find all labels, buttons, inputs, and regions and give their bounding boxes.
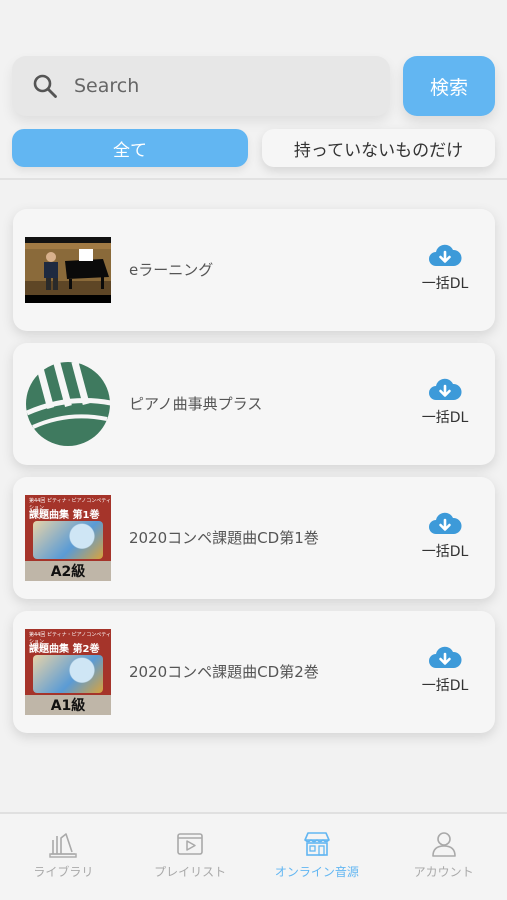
list-item-cd-vol2[interactable]: 第44回 ピティナ・ピアノコンペティション 課題曲集 第2巻 A1級 2020コ… [13, 611, 495, 733]
cd-cover-a1: 第44回 ピティナ・ピアノコンペティション 課題曲集 第2巻 A1級 [25, 629, 111, 715]
bulk-download-label: 一括DL [421, 544, 469, 560]
library-icon [49, 833, 78, 858]
account-icon [431, 832, 456, 857]
nav-library[interactable]: ライブラリ [0, 814, 127, 900]
item-title: eラーニング [129, 261, 214, 279]
bulk-download-label: 一括DL [421, 276, 469, 292]
bottom-nav: ライブラリ プレイリスト オンライン音源 アカウント [0, 812, 507, 900]
search-bar[interactable] [12, 56, 390, 116]
bulk-download-button[interactable]: 一括DL [417, 377, 473, 427]
nav-account[interactable]: アカウント [380, 814, 507, 900]
nav-label: オンライン音源 [274, 865, 359, 879]
header-divider [0, 178, 507, 180]
green-piano-key-logo [25, 361, 111, 447]
search-icon [33, 74, 57, 98]
bulk-download-button[interactable]: 一括DL [417, 645, 473, 695]
list-item-piano-encyclopedia[interactable]: ピアノ曲事典プラス 一括DL [13, 343, 495, 465]
filter-not-owned-tab[interactable]: 持っていないものだけ [262, 129, 495, 167]
nav-label: ライブラリ [33, 865, 94, 879]
cloud-download-icon [429, 244, 462, 266]
search-input[interactable] [74, 75, 354, 97]
store-icon [304, 832, 330, 856]
bulk-download-button[interactable]: 一括DL [417, 511, 473, 561]
item-title: ピアノ曲事典プラス [129, 395, 263, 413]
nav-playlist[interactable]: プレイリスト [127, 814, 254, 900]
filter-all-tab[interactable]: 全て [12, 129, 248, 167]
nav-label: アカウント [413, 865, 474, 879]
list-item-cd-vol1[interactable]: 第44回 ピティナ・ピアノコンペティション 課題曲集 第1巻 A2級 2020コ… [13, 477, 495, 599]
bulk-download-label: 一括DL [421, 678, 469, 694]
cd-cover-a2: 第44回 ピティナ・ピアノコンペティション 課題曲集 第1巻 A2級 [25, 495, 111, 581]
item-title: 2020コンペ課題曲CD第1巻 [129, 529, 319, 547]
nav-online-sources[interactable]: オンライン音源 [254, 814, 381, 900]
cloud-download-icon [429, 512, 462, 534]
pianist-video-thumbnail [25, 237, 111, 303]
bulk-download-button[interactable]: 一括DL [417, 243, 473, 293]
search-button[interactable]: 検索 [403, 56, 495, 116]
nav-label: プレイリスト [154, 865, 227, 879]
list-item-elearning[interactable]: eラーニング 一括DL [13, 209, 495, 331]
cloud-download-icon [429, 378, 462, 400]
cloud-download-icon [429, 646, 462, 668]
item-title: 2020コンペ課題曲CD第2巻 [129, 663, 319, 681]
bulk-download-label: 一括DL [421, 410, 469, 426]
playlist-icon [177, 833, 203, 855]
